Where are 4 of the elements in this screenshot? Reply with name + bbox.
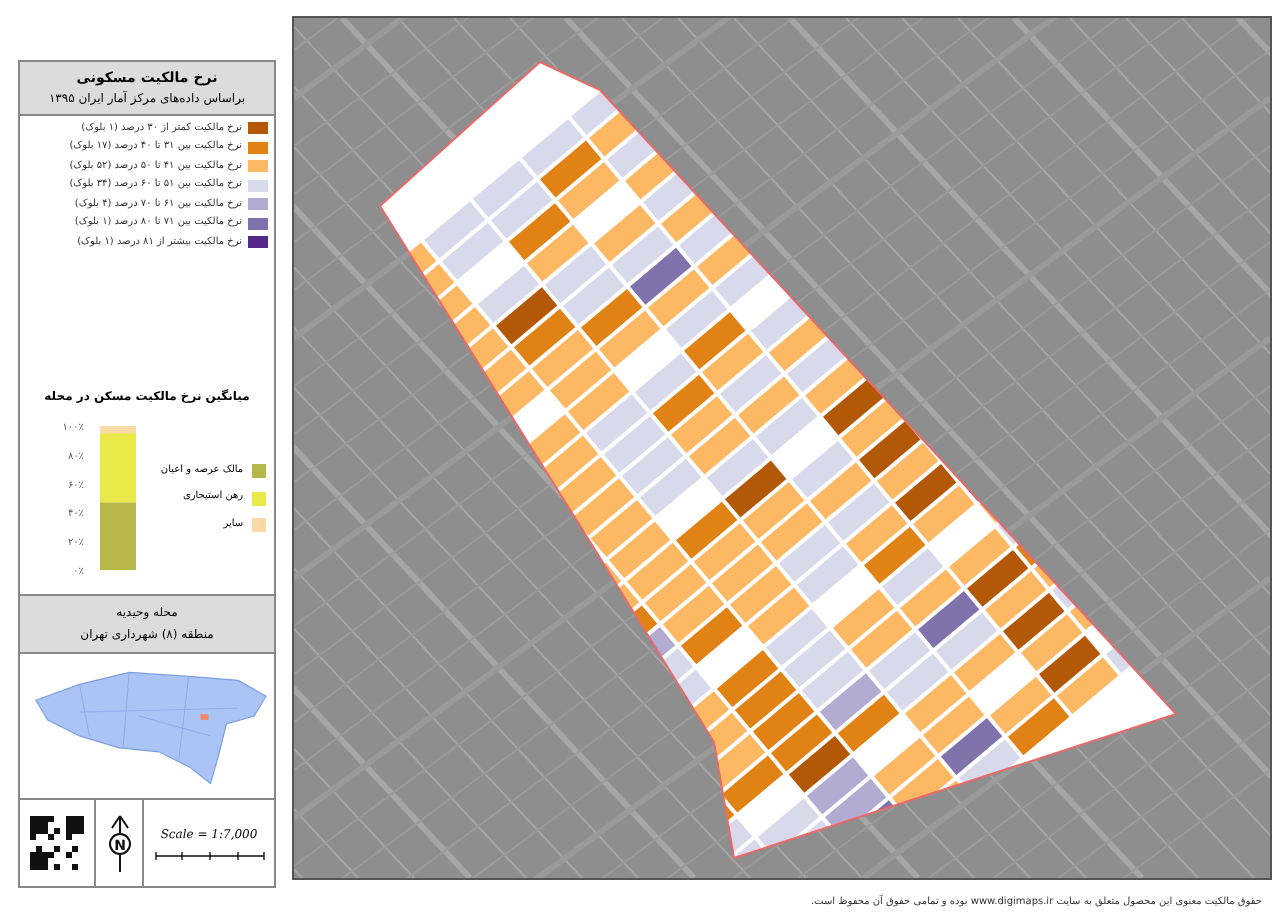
scale-bar-icon [153,850,265,860]
bar-segment [100,502,137,570]
qr-code-icon [30,816,84,870]
location-marker [200,714,209,721]
